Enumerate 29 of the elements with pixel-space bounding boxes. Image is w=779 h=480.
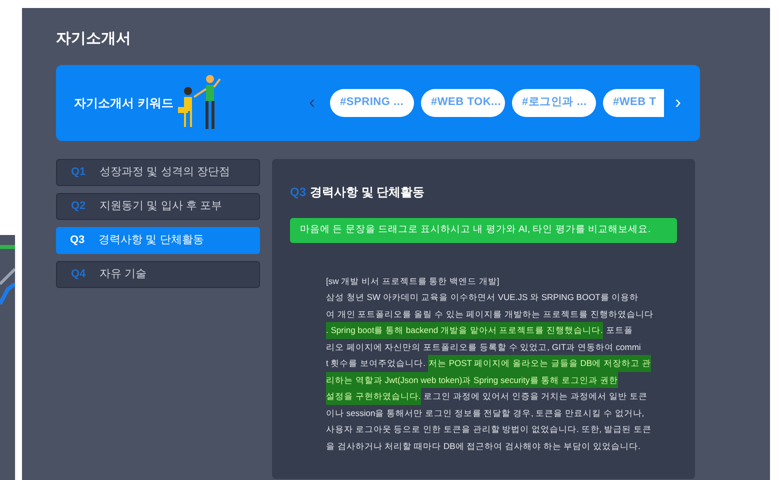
question-tab[interactable]: Q4 자유 기술 [56,260,260,288]
question-tab[interactable]: Q3 경력사항 및 단체활동 [56,226,260,254]
keyword-chip[interactable]: #WEB TOK... [421,88,505,116]
essay-text: 포트폴 [606,324,633,337]
essay-text: 여 개인 포트폴리오를 올릴 수 있는 페이지를 개발하는 프로젝트를 진행하였습니다 [326,308,654,320]
question-tab[interactable]: Q1 성장과정 및 성격의 장단점 [56,158,260,186]
notice-banner: 마음에 든 문장을 드래그로 표시하시고 내 평가와 AI, 타인 평가를 비교해보세요. [290,218,677,242]
highlighted-text: . Spring boot를 통해 backend 개발을 맡아서 프로젝트를 진행했습니다. [326,322,603,338]
highlighted-text: 설정을 구현하였습니다. [326,388,421,404]
keyword-chip[interactable]: #로그인과 ... [512,88,596,116]
essay-text: 이나 session을 통해서만 로그인 정보를 전달할 경우, 토큰을 만료시킬 수 없거나, [326,406,644,420]
question-tab[interactable]: Q2 지원동기 및 입사 후 포부 [56,192,260,220]
keyword-chip[interactable]: #WEB T [603,88,664,116]
next-button[interactable]: › [670,89,686,116]
keyword-chip[interactable]: #SPRING ... [330,88,414,116]
page-title: 자기소개서 [56,29,132,49]
essay-text: 사용자 로그아웃 등으로 인한 토큰을 관리할 방법이 없었습니다. 또한, 발급된 토큰 [326,423,652,436]
essay-text: 삼성 청년 SW 아카데미 교육을 이수하면서 VUE.JS 와 SRPING BOOT를 이용하 [326,291,639,304]
question-number: Q3 [290,184,306,200]
essay-text: 로그인 과정에 있어서 인증을 거치는 과정에서 일반 토큰 [424,390,648,403]
essay-text: 을 검사하거나 처리할 때마다 DB에 접근하여 검사해야 하는 부담이 있었습니다. [326,440,640,452]
essay-heading: [sw 개발 비서 프로젝트를 통한 백엔드 개발] [326,274,500,288]
highlighted-text: 저는 POST 페이지에 올라오는 글들을 DB에 저장하고 관 [428,355,651,372]
essay-text: t 횟수를 보여주었습니다. [326,357,426,370]
essay-text: 리오 페이지에 자신만의 포트폴리오를 등록할 수 있었고, GIT과 연동하여 commi [326,340,641,354]
highlighted-text: 리하는 역할과 Jwt(Json web token)과 Spring security를 통해 로그인과 권한 [326,372,618,388]
previous-button[interactable]: ‹ [304,89,320,116]
banner-label: 자기소개서 키워드 [74,94,174,112]
answer-title: 경력사항 및 단체활동 [310,184,425,200]
